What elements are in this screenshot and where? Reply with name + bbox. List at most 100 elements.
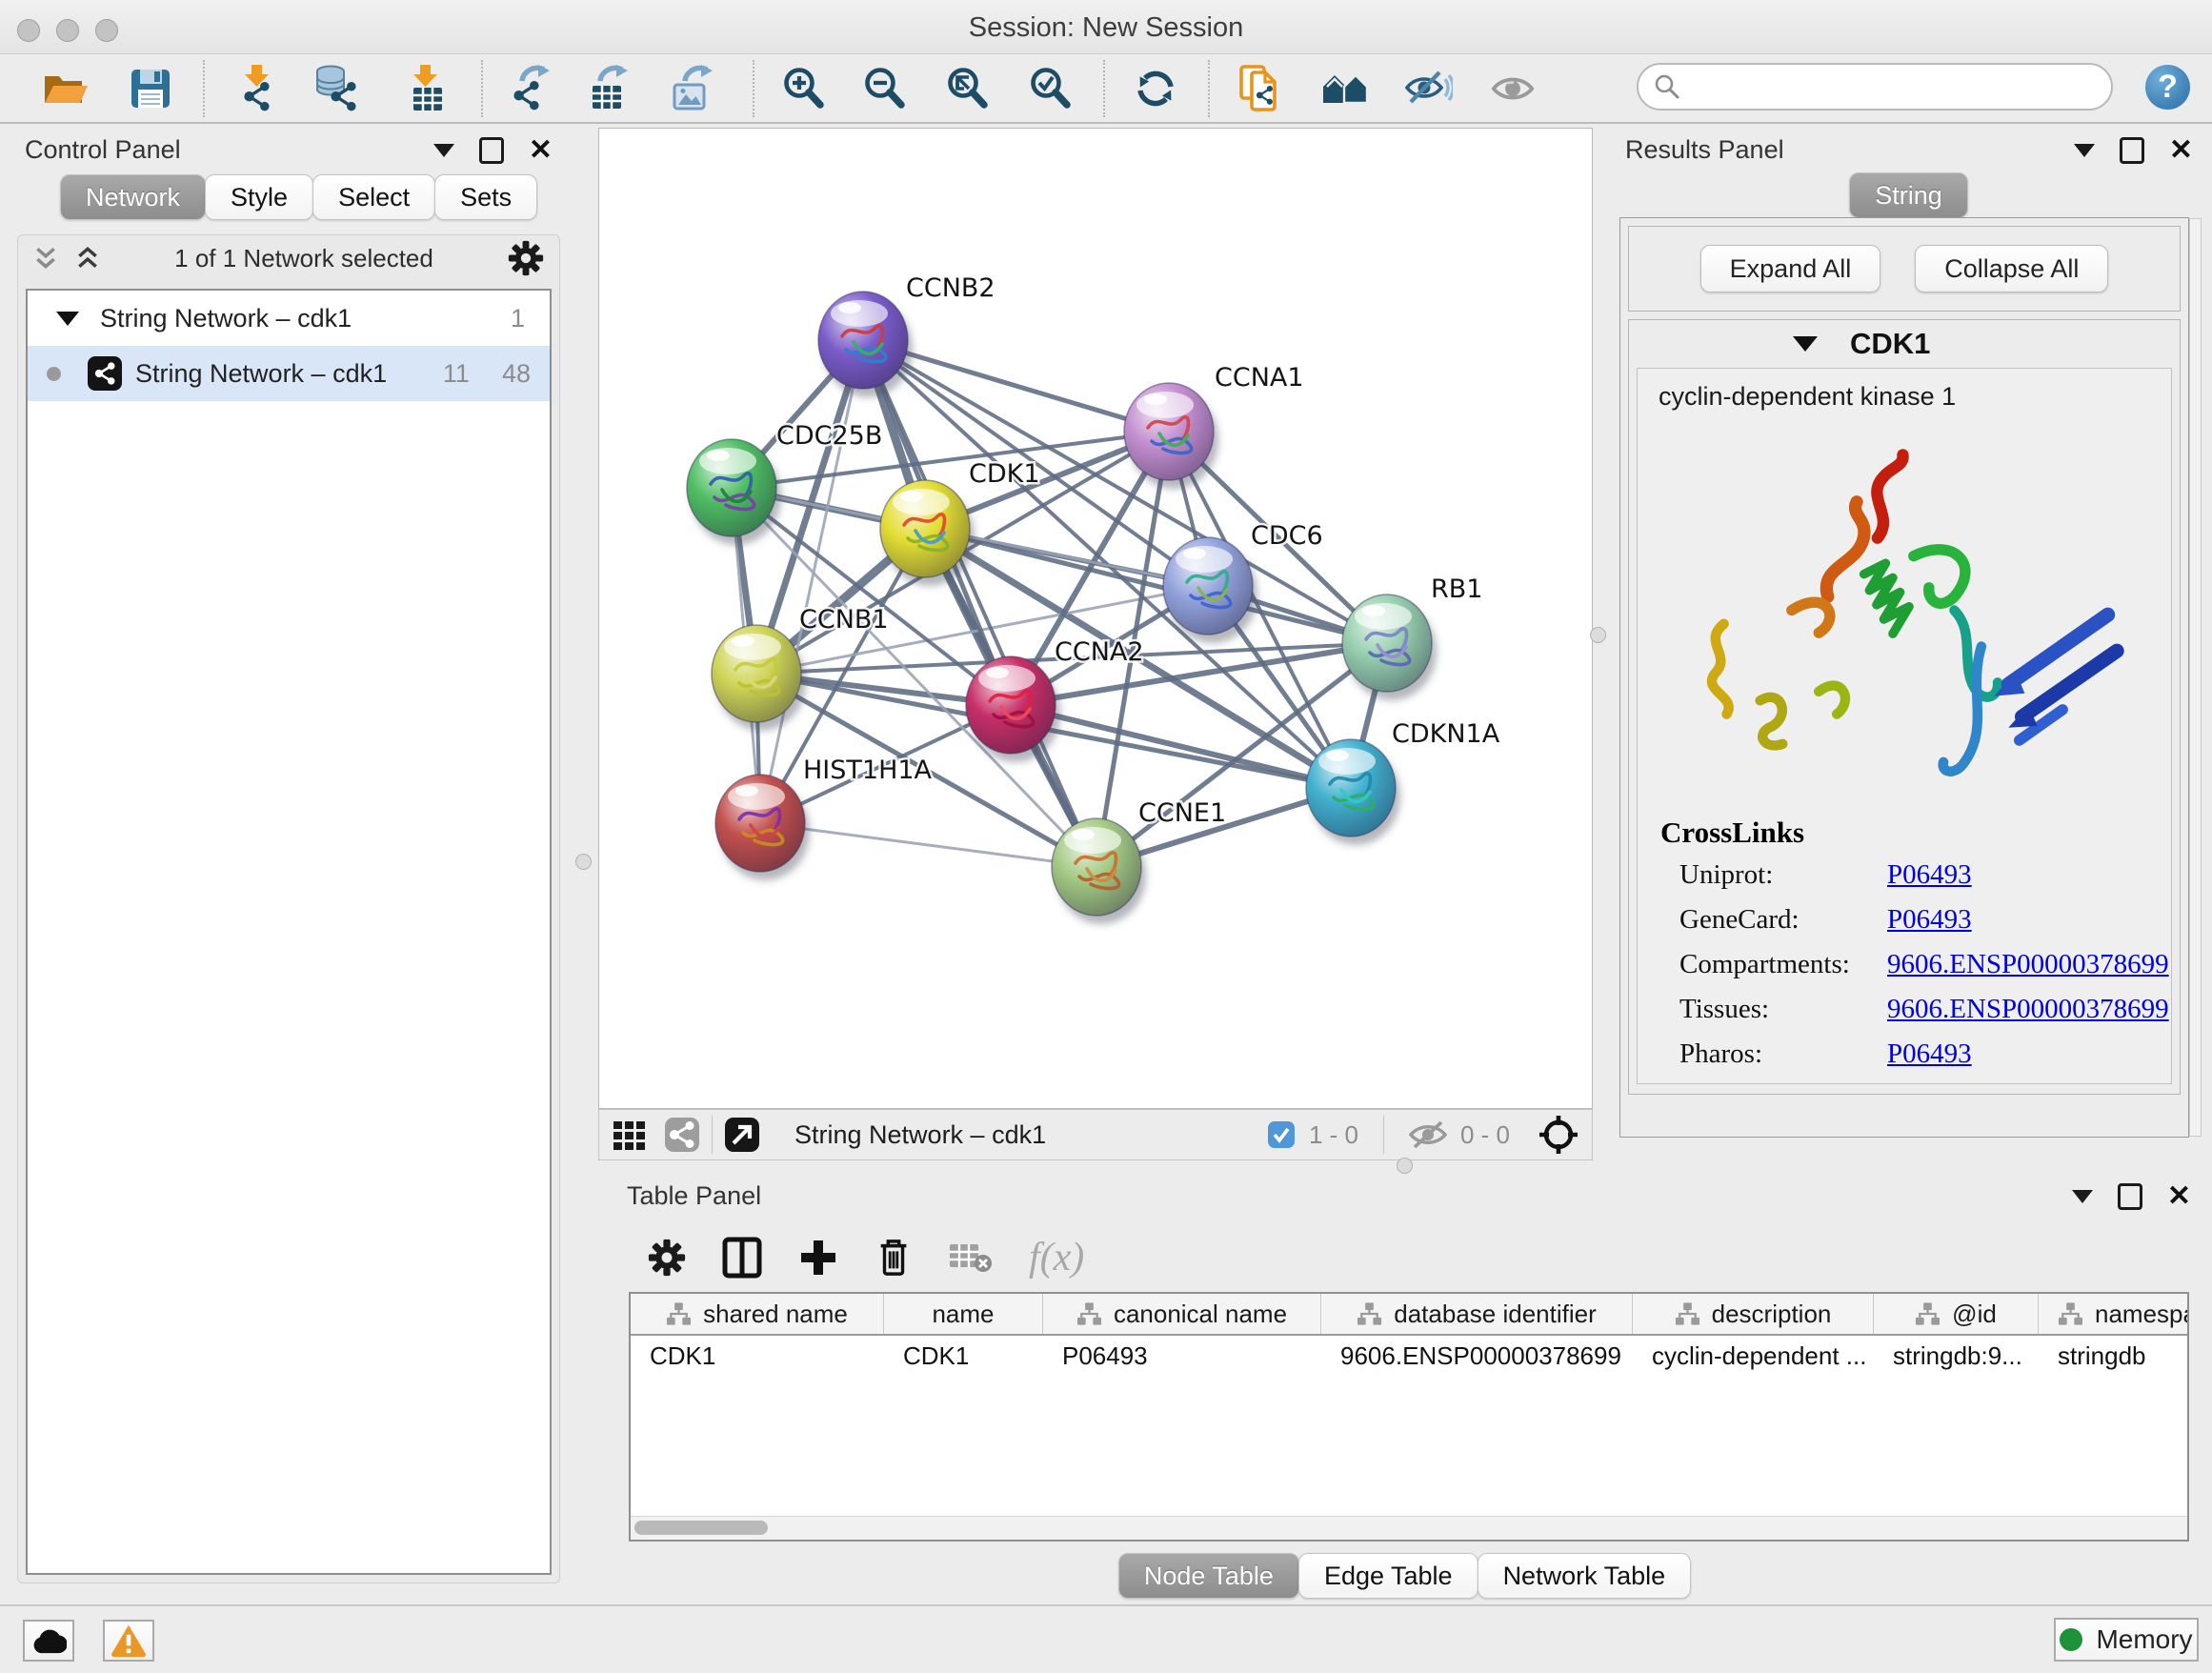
export-network-icon[interactable] xyxy=(504,62,557,115)
network-collection-row[interactable]: String Network – cdk1 1 xyxy=(28,291,550,346)
crosslink-link[interactable]: P06493 xyxy=(1887,904,1972,936)
network-node-HIST1H1A[interactable] xyxy=(715,775,810,880)
save-session-icon[interactable] xyxy=(124,62,177,115)
warning-button[interactable] xyxy=(103,1620,154,1662)
panel-collapse-icon[interactable] xyxy=(2072,1190,2093,1203)
cloud-button[interactable] xyxy=(23,1620,74,1662)
panel-close-icon[interactable]: ✕ xyxy=(2167,1186,2191,1207)
network-edge-CCNE1-HIST1H1A[interactable] xyxy=(760,823,1096,867)
column-header-database-identifier[interactable]: database identifier xyxy=(1321,1294,1633,1334)
network-node-RB1[interactable] xyxy=(1342,595,1437,700)
network-node-CDK1[interactable] xyxy=(880,480,975,586)
zoom-fit-icon[interactable] xyxy=(940,62,994,115)
hidden-eye-icon[interactable] xyxy=(1409,1119,1447,1150)
refresh-view-icon[interactable] xyxy=(1129,62,1182,115)
import-network-file-icon[interactable] xyxy=(231,62,284,115)
tab-node-table[interactable]: Node Table xyxy=(1118,1553,1299,1599)
network-node-CDKN1A[interactable] xyxy=(1306,739,1400,845)
crosslink-link[interactable]: P06493 xyxy=(1887,1038,1972,1070)
table-row[interactable]: CDK1CDK1P064939606.ENSP00000378699cyclin… xyxy=(631,1336,2187,1376)
tab-select[interactable]: Select xyxy=(312,174,435,220)
table-settings-icon[interactable] xyxy=(648,1239,686,1277)
show-all-icon[interactable] xyxy=(1486,62,1539,115)
expand-all-button[interactable]: Expand All xyxy=(1700,245,1881,292)
section-collapse-icon[interactable] xyxy=(1793,336,1818,352)
table-cell[interactable]: CDK1 xyxy=(884,1341,1043,1371)
column-header--id[interactable]: @id xyxy=(1874,1294,2039,1334)
export-table-icon[interactable] xyxy=(582,62,635,115)
first-neighbors-icon[interactable] xyxy=(1319,62,1373,115)
column-header-canonical-name[interactable]: canonical name xyxy=(1043,1294,1321,1334)
hscroll-thumb[interactable] xyxy=(634,1521,768,1535)
panel-float-icon[interactable] xyxy=(2120,137,2144,164)
help-button[interactable]: ? xyxy=(2145,65,2190,110)
zoom-out-icon[interactable] xyxy=(857,62,911,115)
node-label-CCNB2: CCNB2 xyxy=(906,273,995,303)
delete-table-icon[interactable] xyxy=(949,1240,993,1275)
crosslink-link[interactable]: 9606.ENSP00000378699 xyxy=(1887,949,2169,980)
show-columns-icon[interactable] xyxy=(722,1237,762,1279)
gear-icon[interactable] xyxy=(508,240,544,276)
zoom-selected-icon[interactable] xyxy=(1023,62,1076,115)
table-cell[interactable]: P06493 xyxy=(1043,1341,1321,1371)
results-scrollbar[interactable] xyxy=(2189,218,2202,1137)
table-cell[interactable]: CDK1 xyxy=(631,1341,884,1371)
import-table-file-icon[interactable] xyxy=(399,62,452,115)
splitter-handle[interactable] xyxy=(1397,1158,1413,1174)
network-node-CCNA1[interactable] xyxy=(1124,383,1218,489)
column-header-namespac[interactable]: namespac xyxy=(2039,1294,2189,1334)
table-cell[interactable]: stringdb xyxy=(2039,1341,2189,1371)
network-canvas[interactable]: CCNB2CCNA1CDC25BCDK1CDC6RB1CCNB1CCNA2CDK… xyxy=(598,128,1593,1109)
panel-float-icon[interactable] xyxy=(479,137,504,164)
network-node-CCNE1[interactable] xyxy=(1052,818,1146,924)
tab-network-table[interactable]: Network Table xyxy=(1478,1553,1692,1599)
delete-column-icon[interactable] xyxy=(875,1237,913,1279)
table-cell[interactable]: cyclin-dependent ... xyxy=(1633,1341,1874,1371)
panel-collapse-icon[interactable] xyxy=(2074,144,2095,157)
node-section-header[interactable]: CDK1 xyxy=(1629,320,2180,368)
crosslink-link[interactable]: 9606.ENSP00000378699 xyxy=(1887,994,2169,1025)
panel-close-icon[interactable]: ✕ xyxy=(529,140,553,161)
tab-network[interactable]: Network xyxy=(60,174,206,220)
selected-checkbox-icon[interactable] xyxy=(1267,1120,1296,1149)
tab-string[interactable]: String xyxy=(1849,172,1968,218)
grid-view-icon[interactable] xyxy=(613,1118,647,1152)
search-input[interactable] xyxy=(1680,71,2065,103)
open-in-window-icon[interactable] xyxy=(724,1117,760,1153)
table-cell[interactable]: stringdb:9... xyxy=(1874,1341,2039,1371)
network-row-selected[interactable]: String Network – cdk1 11 48 xyxy=(28,346,550,401)
add-column-icon[interactable] xyxy=(798,1238,838,1278)
crosslink-link[interactable]: P06493 xyxy=(1887,859,1972,891)
open-file-icon[interactable] xyxy=(38,62,91,115)
network-birdseye-icon[interactable] xyxy=(664,1117,700,1153)
zoom-in-icon[interactable] xyxy=(776,62,830,115)
panel-float-icon[interactable] xyxy=(2118,1183,2142,1210)
export-image-icon[interactable] xyxy=(666,62,719,115)
tab-edge-table[interactable]: Edge Table xyxy=(1298,1553,1478,1599)
network-node-CDC25B[interactable] xyxy=(687,439,781,545)
collapse-all-button[interactable]: Collapse All xyxy=(1915,245,2108,292)
splitter-handle[interactable] xyxy=(1590,627,1606,643)
memory-button[interactable]: Memory xyxy=(2054,1618,2199,1662)
table-hscrollbar[interactable] xyxy=(631,1516,2187,1540)
tree-expand-icon[interactable] xyxy=(56,312,79,326)
hide-selected-icon[interactable] xyxy=(1402,62,1456,115)
duplicate-network-icon[interactable] xyxy=(1236,62,1289,115)
column-header-shared-name[interactable]: shared name xyxy=(631,1294,884,1334)
network-edge-CCNB2-CCNE1[interactable] xyxy=(863,340,1096,867)
column-header-description[interactable]: description xyxy=(1633,1294,1874,1334)
collapse-all-icon[interactable] xyxy=(33,246,58,271)
splitter-handle[interactable] xyxy=(575,854,592,870)
expand-all-icon[interactable] xyxy=(75,246,100,271)
search-box[interactable] xyxy=(1637,63,2113,111)
table-cell[interactable]: 9606.ENSP00000378699 xyxy=(1321,1341,1633,1371)
import-network-database-icon[interactable] xyxy=(312,62,365,115)
panel-close-icon[interactable]: ✕ xyxy=(2169,140,2193,161)
crosshair-icon[interactable] xyxy=(1538,1115,1579,1155)
network-node-CCNB2[interactable] xyxy=(818,292,913,397)
tab-style[interactable]: Style xyxy=(205,174,313,220)
tab-sets[interactable]: Sets xyxy=(434,174,537,220)
network-edge-CCNB2-HIST1H1A[interactable] xyxy=(760,340,863,823)
panel-collapse-icon[interactable] xyxy=(433,144,454,157)
column-header-name[interactable]: name xyxy=(884,1294,1043,1334)
